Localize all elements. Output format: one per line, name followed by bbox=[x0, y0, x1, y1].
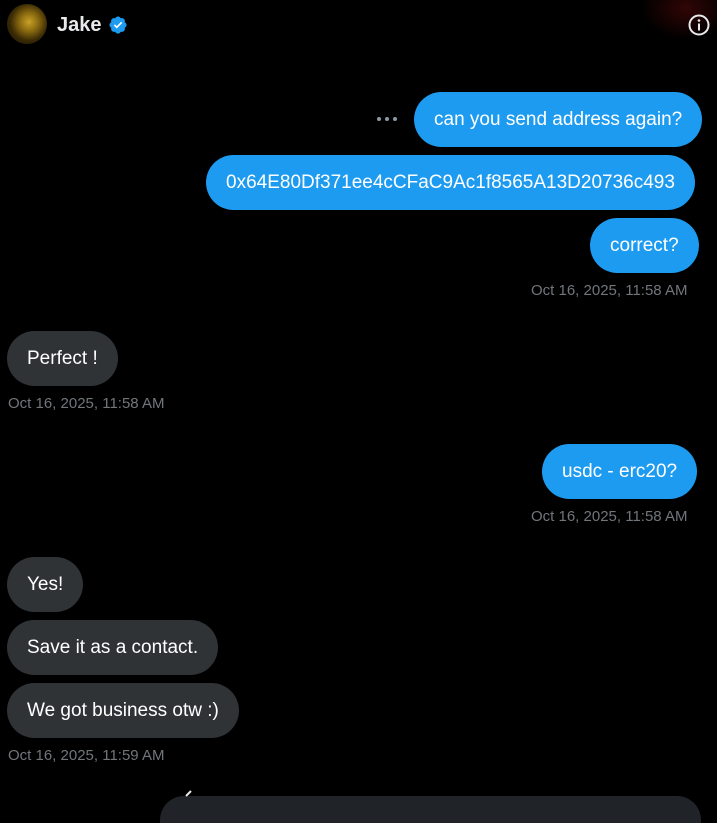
message-timestamp: Oct 16, 2025, 11:58 AM bbox=[531, 508, 688, 525]
incoming-message[interactable]: Perfect ! bbox=[7, 331, 118, 386]
incoming-message[interactable]: Save it as a contact. bbox=[7, 620, 219, 675]
outgoing-message[interactable]: 0x64E80Df371ee4cCFaC9Ac1f8565A13D20736c4… bbox=[206, 155, 695, 210]
more-options-icon[interactable] bbox=[374, 110, 400, 128]
dm-conversation: Jake can you send address again? 0x64E80… bbox=[0, 0, 717, 823]
incoming-message[interactable]: We got business otw :) bbox=[7, 683, 239, 738]
message-timestamp: Oct 16, 2025, 11:58 AM bbox=[531, 282, 688, 299]
contact-name[interactable]: Jake bbox=[57, 14, 102, 37]
message-timestamp: Oct 16, 2025, 11:58 AM bbox=[8, 395, 165, 412]
outgoing-message[interactable]: usdc - erc20? bbox=[542, 444, 698, 499]
chevron-left-icon[interactable] bbox=[182, 790, 196, 802]
message-composer[interactable] bbox=[160, 796, 701, 823]
outgoing-message[interactable]: can you send address again? bbox=[414, 92, 703, 147]
avatar[interactable] bbox=[7, 4, 47, 44]
message-timestamp: Oct 16, 2025, 11:59 AM bbox=[8, 747, 165, 764]
verified-badge-icon bbox=[109, 16, 127, 34]
conversation-header: Jake bbox=[0, 0, 717, 52]
info-icon[interactable] bbox=[687, 13, 711, 37]
outgoing-message[interactable]: correct? bbox=[590, 218, 699, 273]
incoming-message[interactable]: Yes! bbox=[7, 557, 84, 612]
